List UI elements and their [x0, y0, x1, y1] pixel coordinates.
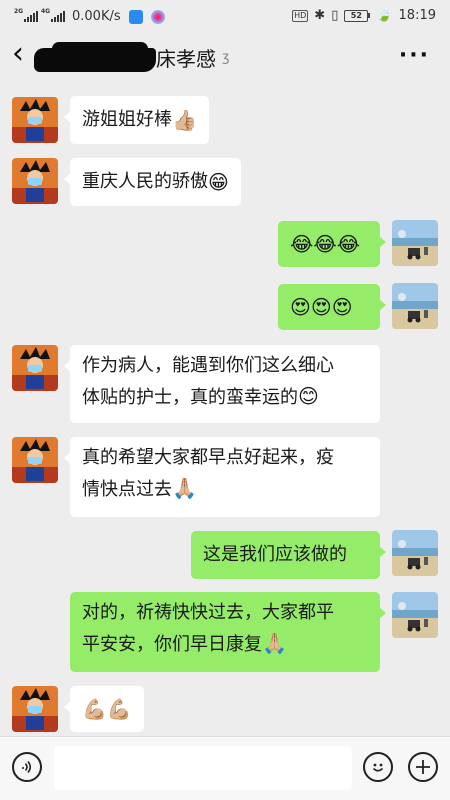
clock: 18:19: [398, 8, 436, 23]
praying-hands-icon: 🙏🏼: [262, 631, 287, 655]
praying-hands-icon: 🙏🏼: [172, 476, 197, 500]
outgoing-message[interactable]: 😍😍😍: [278, 284, 386, 330]
incoming-message[interactable]: 游姐姐好棒 👍🏼: [64, 96, 209, 144]
outgoing-message[interactable]: 这是我们应该做的: [191, 531, 386, 579]
incoming-message[interactable]: 作为病人，能遇到你们这么细心 体贴的护士，真的蛮幸运的😊: [64, 345, 380, 423]
message-input[interactable]: [54, 746, 352, 790]
vibrate-icon: ▯: [331, 8, 339, 23]
contact-avatar[interactable]: [12, 686, 58, 732]
contact-avatar[interactable]: [12, 437, 58, 483]
my-avatar[interactable]: [392, 283, 438, 329]
contact-avatar[interactable]: [12, 158, 58, 204]
hd-badge: HD: [292, 9, 309, 22]
outgoing-message[interactable]: 对的，祈祷快快过去，大家都平 平安安，你们早日康复🙏🏼: [70, 592, 386, 672]
emoji-icon[interactable]: [363, 752, 393, 782]
input-bar: [0, 736, 450, 800]
contact-avatar[interactable]: [12, 345, 58, 391]
notification-app-icon: [150, 9, 165, 24]
chat-title-text: 床孝感: [156, 46, 216, 71]
network-indicators: 2G 4G 0.00K/s: [14, 8, 165, 24]
smile-icon: 😊: [298, 384, 319, 408]
plus-icon[interactable]: [408, 752, 438, 782]
voice-icon[interactable]: [12, 752, 42, 782]
thumbs-up-icon: 👍🏼: [172, 108, 197, 132]
signal-2g-icon: 2G: [14, 8, 38, 22]
tears-of-joy-icon: 😂😂😂: [290, 232, 361, 256]
signal-4g-icon: 4G: [41, 8, 65, 22]
network-speed: 0.00K/s: [72, 9, 121, 24]
message-text: 这是我们应该做的: [203, 544, 347, 565]
message-line: 作为病人，能遇到你们这么细心: [82, 355, 334, 376]
message-text: 游姐姐好棒: [82, 109, 172, 130]
back-button[interactable]: ‹: [12, 39, 24, 69]
earpiece-mode-icon: ʒ: [222, 49, 230, 65]
heart-eyes-icon: 😍😍😍: [290, 295, 353, 319]
message-line: 真的希望大家都早点好起来，疫: [82, 447, 334, 468]
incoming-message[interactable]: 💪🏼💪🏼: [64, 686, 144, 732]
chat-title: 床孝感 ʒ: [34, 40, 230, 74]
bluetooth-icon: ✱: [314, 8, 326, 23]
incoming-message[interactable]: 真的希望大家都早点好起来，疫 情快点过去🙏🏼: [64, 437, 380, 517]
my-avatar[interactable]: [392, 592, 438, 638]
message-text: 重庆人民的骄傲: [82, 171, 208, 192]
more-button[interactable]: ···: [399, 43, 430, 68]
battery-icon: 52: [344, 9, 371, 22]
my-avatar[interactable]: [392, 530, 438, 576]
battery-level: 52: [344, 9, 369, 22]
incoming-message[interactable]: 重庆人民的骄傲 😁: [64, 158, 241, 206]
contact-avatar[interactable]: [12, 97, 58, 143]
redaction-scribble: [34, 40, 156, 74]
message-line: 体贴的护士，真的蛮幸运的: [82, 387, 298, 408]
flexed-biceps-icon: 💪🏼💪🏼: [82, 697, 132, 721]
leaf-icon: 🍃: [376, 8, 393, 23]
my-avatar[interactable]: [392, 220, 438, 266]
status-right: HD ✱ ▯ 52 🍃 18:19: [292, 8, 436, 23]
status-bar: 2G 4G 0.00K/s HD ✱ ▯ 52 🍃 18:19: [0, 0, 450, 34]
message-line: 平安安，你们早日康复: [82, 634, 262, 655]
grin-icon: 😁: [208, 170, 229, 194]
message-line: 对的，祈祷快快过去，大家都平: [82, 602, 334, 623]
notification-app-icon: [128, 9, 143, 24]
chat-header: ‹ 床孝感 ʒ ···: [0, 34, 450, 80]
outgoing-message[interactable]: 😂😂😂: [278, 221, 386, 267]
message-line: 情快点过去: [82, 479, 172, 500]
